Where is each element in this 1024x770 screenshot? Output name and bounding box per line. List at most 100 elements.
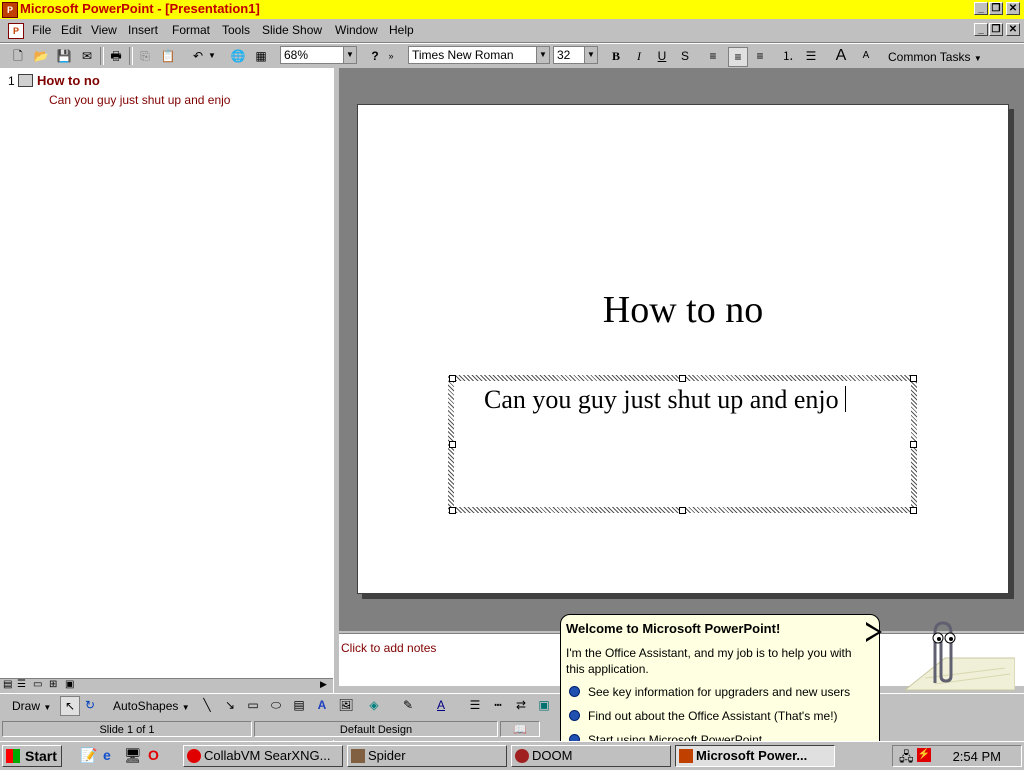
more-buttons-icon[interactable]: » <box>386 47 396 65</box>
body-text[interactable]: Can you guy just shut up and enjo <box>484 385 846 415</box>
fill-color-icon[interactable]: ◈ <box>365 696 383 714</box>
paste-icon[interactable]: 📋 <box>159 47 177 65</box>
task-collabvm[interactable]: CollabVM SearXNG... <box>183 745 343 767</box>
menu-window[interactable]: Window <box>335 23 378 37</box>
common-tasks-button[interactable]: Common Tasks ▼ <box>888 50 982 64</box>
slide-icon[interactable] <box>18 74 33 87</box>
oval-icon[interactable]: ⬭ <box>267 696 285 714</box>
clipart-icon[interactable]: 🖼 <box>337 696 355 714</box>
resize-handle[interactable] <box>449 441 456 448</box>
spelling-status-icon[interactable]: 📖 <box>500 721 540 737</box>
restore-button[interactable]: ❐ <box>989 2 1003 15</box>
autoshapes-menu[interactable]: AutoShapes ▼ <box>113 699 190 713</box>
task-doom[interactable]: DOOM <box>511 745 671 767</box>
decrease-font-icon[interactable]: A <box>857 47 875 65</box>
italic-button[interactable]: I <box>630 47 648 65</box>
doc-minimize-button[interactable]: _ <box>974 23 988 36</box>
outline-pane[interactable]: 1 How to no Can you guy just shut up and… <box>0 68 334 678</box>
assistant-option[interactable]: Find out about the Office Assistant (Tha… <box>569 709 838 723</box>
menu-slide-show[interactable]: Slide Show <box>262 23 322 37</box>
line-style-icon[interactable]: ☰ <box>466 696 484 714</box>
menu-tools[interactable]: Tools <box>222 23 250 37</box>
resize-handle[interactable] <box>449 507 456 514</box>
minimize-button[interactable]: _ <box>974 2 988 15</box>
menu-edit[interactable]: Edit <box>61 23 82 37</box>
close-button[interactable]: ✕ <box>1006 2 1020 15</box>
resize-handle[interactable] <box>449 375 456 382</box>
arrow-icon[interactable]: ↘ <box>221 696 239 714</box>
outline-view-icon[interactable]: ☰ <box>17 679 26 690</box>
quicklaunch-desktop-icon[interactable]: 🖥 <box>124 747 142 764</box>
slideshow-view-icon[interactable]: ▣ <box>65 679 74 690</box>
align-center-icon[interactable]: ≡ <box>728 47 748 67</box>
underline-button[interactable]: U <box>653 47 671 65</box>
doc-close-button[interactable]: ✕ <box>1006 23 1020 36</box>
hyperlink-icon[interactable]: 🌐 <box>229 47 247 65</box>
new-icon[interactable]: 🗋 <box>9 47 27 65</box>
quicklaunch-ie-icon[interactable]: e <box>103 747 111 763</box>
open-icon[interactable]: 📂 <box>32 47 50 65</box>
chevron-down-icon[interactable]: ▼ <box>584 47 597 63</box>
scroll-right-icon[interactable]: ▶ <box>320 679 327 690</box>
assistant-option[interactable]: See key information for upgraders and ne… <box>569 685 850 699</box>
help-icon[interactable]: ? <box>366 47 384 65</box>
resize-handle[interactable] <box>910 507 917 514</box>
powerpoint-icon[interactable]: P <box>2 2 18 18</box>
align-right-icon[interactable]: ≡ <box>751 47 769 65</box>
line-color-icon[interactable]: ✎ <box>399 696 417 714</box>
numbering-icon[interactable]: ⒈ <box>779 47 797 65</box>
bold-button[interactable]: B <box>607 47 625 65</box>
zoom-combo[interactable]: 68% ▼ <box>280 46 357 64</box>
menu-help[interactable]: Help <box>389 23 414 37</box>
body-textbox[interactable]: Can you guy just shut up and enjo <box>448 375 917 513</box>
security-alert-icon[interactable]: ⚡ <box>917 748 931 762</box>
increase-font-icon[interactable]: A <box>832 47 850 65</box>
chevron-down-icon[interactable]: ▼ <box>343 47 356 63</box>
wordart-icon[interactable]: A <box>313 696 331 714</box>
rectangle-icon[interactable]: ▭ <box>244 696 262 714</box>
free-rotate-icon[interactable]: ↻ <box>81 696 99 714</box>
font-color-icon[interactable]: A <box>432 696 450 714</box>
font-size-combo[interactable]: 32 ▼ <box>553 46 598 64</box>
outline-title[interactable]: How to no <box>37 73 100 88</box>
chevron-down-icon[interactable]: ▼ <box>536 47 549 63</box>
arrow-style-icon[interactable]: ⇄ <box>512 696 530 714</box>
notes-placeholder[interactable]: Click to add notes <box>341 641 436 655</box>
resize-handle[interactable] <box>910 441 917 448</box>
document-icon[interactable]: P <box>8 23 24 39</box>
bullets-icon[interactable]: ☰ <box>802 47 820 65</box>
line-icon[interactable]: ╲ <box>198 696 216 714</box>
resize-handle[interactable] <box>679 375 686 382</box>
undo-icon[interactable]: ↶ <box>189 47 207 65</box>
undo-dropdown-icon[interactable]: ▼ <box>207 47 217 65</box>
draw-menu[interactable]: Draw ▼ <box>12 699 51 713</box>
email-icon[interactable]: ✉ <box>78 47 96 65</box>
quicklaunch-opera-icon[interactable]: O <box>148 747 159 763</box>
slide-view-icon[interactable]: ▭ <box>33 679 42 690</box>
dash-style-icon[interactable]: ┅ <box>489 696 507 714</box>
doc-restore-button[interactable]: ❐ <box>989 23 1003 36</box>
network-icon[interactable]: 🖧 <box>899 748 914 770</box>
slide-canvas[interactable]: How to no <box>357 104 1009 594</box>
menu-insert[interactable]: Insert <box>128 23 158 37</box>
clock[interactable]: 2:54 PM <box>953 749 1001 764</box>
menu-format[interactable]: Format <box>172 23 210 37</box>
clippy-assistant-icon[interactable] <box>905 618 1015 693</box>
slide-title[interactable]: How to no <box>358 288 1008 332</box>
quicklaunch-notepad-icon[interactable]: 📝 <box>80 747 97 764</box>
start-button[interactable]: Start <box>2 745 62 767</box>
normal-view-icon[interactable]: ▤ <box>3 679 12 690</box>
print-icon[interactable]: 🖶 <box>107 47 125 65</box>
save-icon[interactable]: 💾 <box>55 47 73 65</box>
menu-view[interactable]: View <box>91 23 117 37</box>
copy-icon[interactable]: ⎘ <box>136 47 154 65</box>
outline-body[interactable]: Can you guy just shut up and enjo <box>49 93 230 107</box>
shadow-button[interactable]: S <box>676 47 694 65</box>
textbox-icon[interactable]: ▤ <box>290 696 308 714</box>
task-spider[interactable]: Spider <box>347 745 507 767</box>
sorter-view-icon[interactable]: ⊞ <box>49 679 57 690</box>
tables-icon[interactable]: ▦ <box>252 47 270 65</box>
select-arrow-icon[interactable]: ↖ <box>60 696 80 716</box>
shadow-icon[interactable]: ▣ <box>535 696 553 714</box>
menu-file[interactable]: File <box>32 23 51 37</box>
